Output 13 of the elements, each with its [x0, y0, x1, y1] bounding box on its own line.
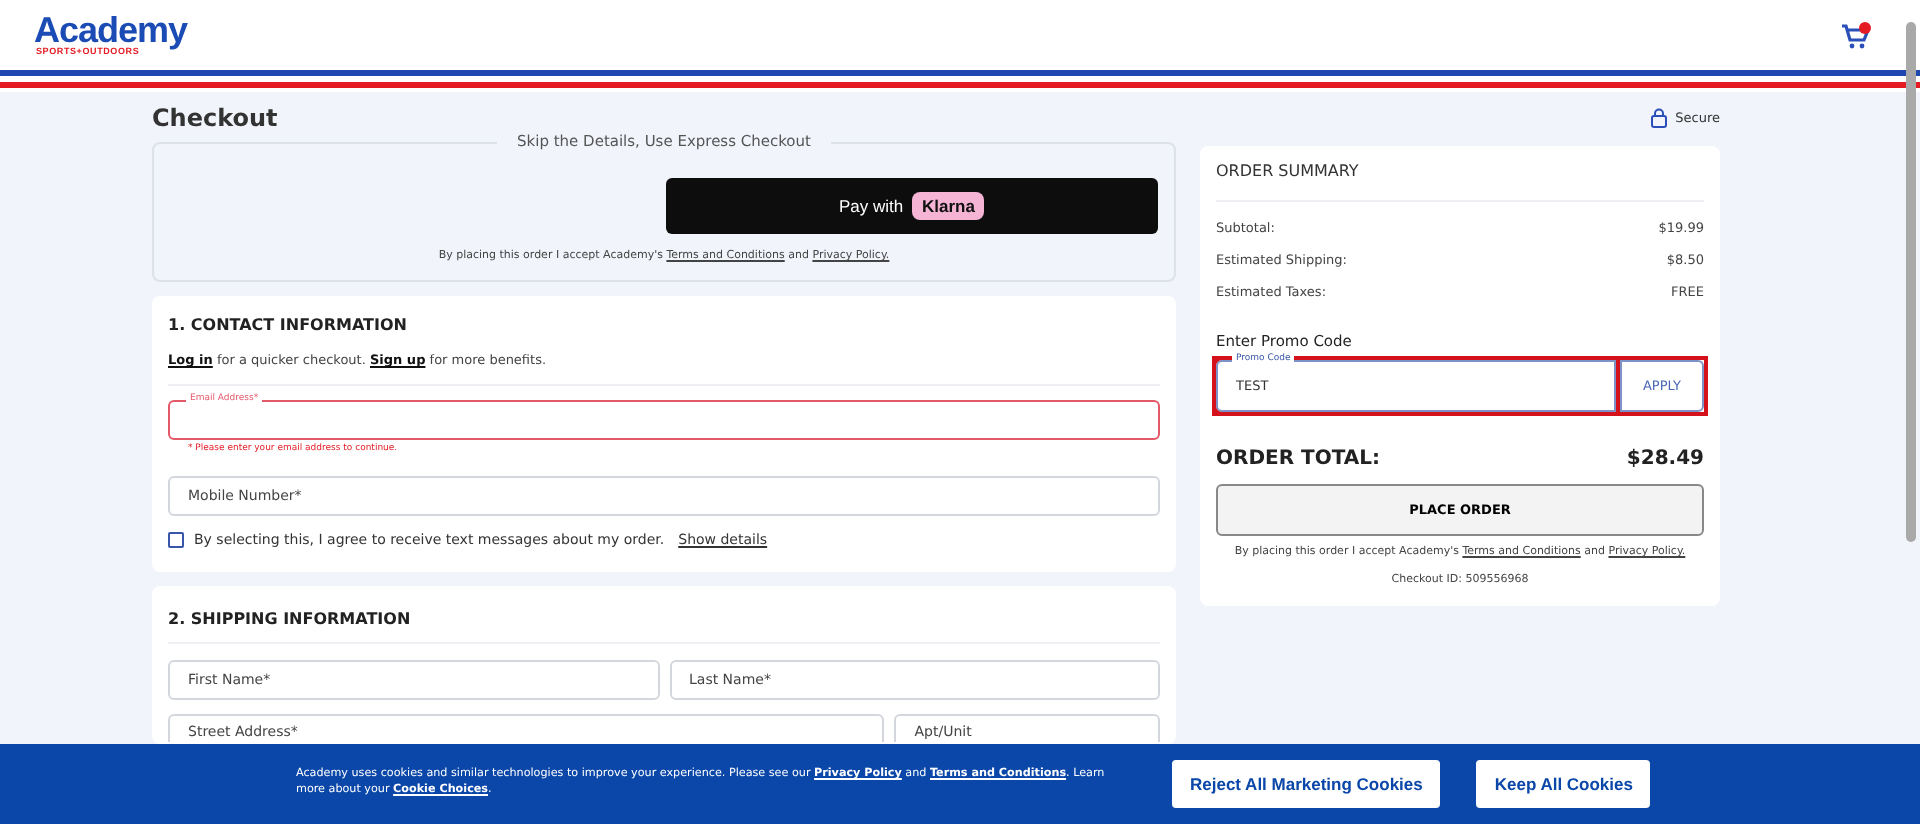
cookie-button[interactable]: Keep All Cookies: [1476, 760, 1651, 808]
section-heading: 2. SHIPPING INFORMATION: [168, 606, 1160, 644]
cookie-button[interactable]: Reject All Marketing Cookies: [1172, 760, 1441, 808]
cart-icon[interactable]: [1840, 21, 1872, 49]
total-value: $28.49: [1626, 448, 1704, 470]
klarna-pay-button[interactable]: Pay with Klarna: [666, 178, 1158, 234]
checkbox[interactable]: [168, 532, 184, 548]
scrollbar[interactable]: [1906, 22, 1916, 542]
lock-icon: [1649, 107, 1668, 127]
summary-title: ORDER SUMMARY: [1216, 162, 1704, 202]
total-label: ORDER TOTAL:: [1216, 448, 1380, 470]
page-title: Checkout: [152, 103, 278, 131]
section-heading: 1. CONTACT INFORMATION: [168, 314, 409, 334]
